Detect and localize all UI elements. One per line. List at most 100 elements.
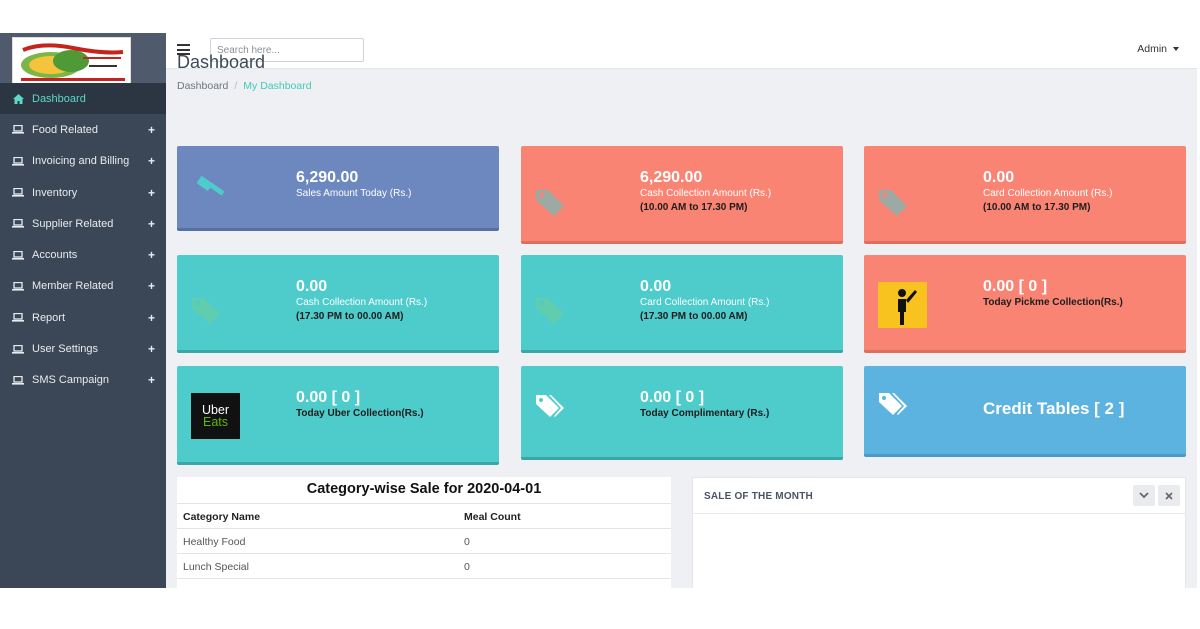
credit-tables-label: Credit Tables [ 2 ] [983, 399, 1125, 418]
tag-icon [192, 298, 220, 324]
sidebar-item-inventory[interactable]: Inventory + [0, 177, 166, 208]
pickme-collection-card[interactable]: 0.00 [ 0 ] Today Pickme Collection(Rs.) [864, 255, 1186, 353]
tag-icon [536, 298, 564, 324]
table-row: Healthy Food 0 [177, 528, 671, 553]
expand-icon[interactable]: + [148, 373, 155, 387]
tags-icon [536, 395, 564, 417]
laptop-icon [11, 124, 25, 136]
tags-icon [879, 393, 907, 415]
laptop-icon [11, 374, 25, 386]
sales-today-label: Sales Amount Today (Rs.) [296, 188, 412, 199]
sales-today-card[interactable]: 6,290.00 Sales Amount Today (Rs.) [177, 146, 499, 231]
laptop-icon [11, 218, 25, 230]
sidebar-item-label: Dashboard [32, 92, 86, 105]
expand-icon[interactable]: + [148, 154, 155, 168]
cash-collection-day-card[interactable]: 6,290.00 Cash Collection Amount (Rs.) (1… [521, 146, 843, 244]
cash-night-label: Cash Collection Amount (Rs.) [296, 297, 428, 308]
cash-collection-night-card[interactable]: 0.00 Cash Collection Amount (Rs.) (17.30… [177, 255, 499, 353]
uber-value: 0.00 [ 0 ] [296, 389, 361, 406]
uber-eats-logo: Uber Eats [191, 393, 240, 439]
logo-area [0, 33, 166, 85]
sidebar-item-food-related[interactable]: Food Related + [0, 114, 166, 145]
card-collection-night-card[interactable]: 0.00 Card Collection Amount (Rs.) (17.30… [521, 255, 843, 353]
table-cell: 0 [464, 536, 470, 548]
laptop-icon [11, 249, 25, 261]
page-title: Dashboard [177, 52, 266, 72]
expand-icon[interactable]: + [148, 342, 155, 356]
laptop-icon [11, 312, 25, 324]
cash-night-value: 0.00 [296, 278, 328, 295]
sidebar-item-dashboard[interactable]: Dashboard [0, 83, 166, 115]
expand-icon[interactable]: + [148, 311, 155, 325]
uber-eats-logo-text: Eats [202, 415, 228, 429]
cash-day-label: Cash Collection Amount (Rs.) [640, 188, 772, 199]
close-button[interactable] [1158, 485, 1180, 506]
laptop-icon [11, 343, 25, 355]
uber-label: Today Uber Collection(Rs.) [296, 408, 424, 419]
sidebar-item-label: Member Related [32, 280, 114, 293]
expand-icon[interactable]: + [148, 123, 155, 137]
breadcrumb-current: My Dashboard [243, 80, 312, 92]
sidebar-item-label: Supplier Related [32, 217, 114, 230]
user-menu[interactable]: Admin [1137, 43, 1179, 55]
laptop-icon [11, 155, 25, 167]
complimentary-value: 0.00 [ 0 ] [640, 389, 705, 406]
sidebar-item-label: User Settings [32, 343, 99, 356]
sidebar: Dashboard Food Related + Invoicing and B… [0, 33, 166, 588]
close-icon [1165, 491, 1173, 500]
category-sale-title: Category-wise Sale for 2020-04-01 [306, 481, 542, 497]
pickme-label: Today Pickme Collection(Rs.) [983, 297, 1123, 308]
user-name: Admin [1137, 43, 1167, 55]
sidebar-item-member-related[interactable]: Member Related + [0, 271, 166, 302]
pickme-logo [878, 282, 927, 328]
gavel-icon [196, 176, 225, 196]
cash-day-value: 6,290.00 [640, 169, 703, 186]
card-day-value: 0.00 [983, 169, 1015, 186]
breadcrumb: Dashboard / My Dashboard [177, 80, 312, 92]
card-collection-day-card[interactable]: 0.00 Card Collection Amount (Rs.) (10.00… [864, 146, 1186, 244]
sidebar-item-label: Invoicing and Billing [32, 155, 130, 168]
collapse-button[interactable] [1133, 485, 1155, 506]
sidebar-item-accounts[interactable]: Accounts + [0, 239, 166, 270]
sidebar-item-user-settings[interactable]: User Settings + [0, 333, 166, 364]
table-cell: 0 [464, 561, 470, 573]
tag-icon [879, 190, 907, 216]
table-cell: Lunch Special [183, 561, 249, 573]
table-row: Lunch Special 0 [177, 553, 671, 578]
sales-today-value: 6,290.00 [296, 169, 359, 186]
panel-title: SALE OF THE MONTH [704, 491, 813, 502]
expand-icon[interactable]: + [148, 279, 155, 293]
chevron-down-icon [1139, 492, 1149, 499]
table-header: Category Name Meal Count [177, 503, 671, 528]
topbar: Admin [166, 33, 1197, 69]
card-night-value: 0.00 [640, 278, 672, 295]
card-day-label: Card Collection Amount (Rs.) [983, 188, 1113, 199]
sidebar-item-report[interactable]: Report + [0, 302, 166, 333]
page-bottom-margin [0, 588, 1200, 629]
sidebar-item-label: Report [32, 311, 66, 324]
expand-icon[interactable]: + [148, 248, 155, 262]
cash-night-period: (17.30 PM to 00.00 AM) [296, 311, 404, 322]
sidebar-item-sms-campaign[interactable]: SMS Campaign + [0, 365, 166, 396]
caret-down-icon [1173, 47, 1179, 52]
complimentary-card[interactable]: 0.00 [ 0 ] Today Complimentary (Rs.) [521, 366, 843, 460]
sidebar-item-label: Inventory [32, 186, 78, 199]
laptop-icon [11, 280, 25, 292]
breadcrumb-item[interactable]: Dashboard [177, 80, 228, 92]
sidebar-item-label: Accounts [32, 249, 78, 262]
sidebar-item-label: SMS Campaign [32, 374, 110, 387]
card-night-label: Card Collection Amount (Rs.) [640, 297, 770, 308]
uber-collection-card[interactable]: Uber Eats 0.00 [ 0 ] Today Uber Collecti… [177, 366, 499, 465]
sidebar-item-invoicing-billing[interactable]: Invoicing and Billing + [0, 146, 166, 177]
sidebar-nav: Dashboard Food Related + Invoicing and B… [0, 83, 166, 396]
sidebar-item-supplier-related[interactable]: Supplier Related + [0, 208, 166, 239]
credit-tables-card[interactable]: Credit Tables [ 2 ] [864, 366, 1186, 457]
category-sale-panel: Category-wise Sale for 2020-04-01 Catego… [177, 477, 671, 597]
brand-logo[interactable] [12, 37, 131, 85]
expand-icon[interactable]: + [148, 186, 155, 200]
panel-header: SALE OF THE MONTH [693, 478, 1185, 514]
column-header: Meal Count [464, 511, 521, 523]
sale-of-month-panel: SALE OF THE MONTH [692, 477, 1186, 597]
home-icon [11, 93, 25, 105]
expand-icon[interactable]: + [148, 217, 155, 231]
